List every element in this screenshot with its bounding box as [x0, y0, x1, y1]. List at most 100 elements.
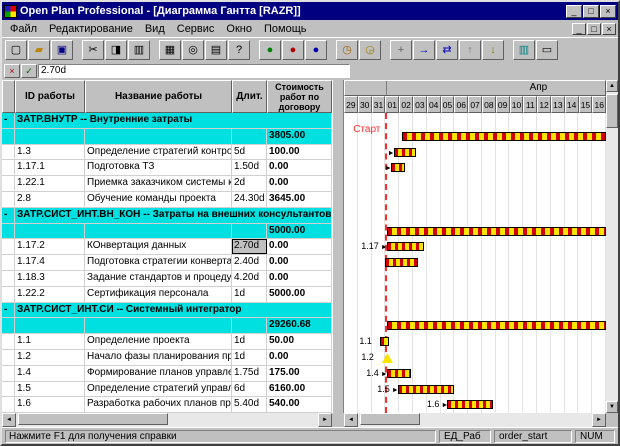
name-cell[interactable]: Начало фазы планирования проекта — [85, 350, 232, 365]
id-cell[interactable]: 1.17.4 — [15, 255, 85, 270]
mdi-restore-button[interactable]: □ — [587, 23, 601, 35]
column-header-cost[interactable]: Стоимость работ по договору — [267, 80, 332, 113]
task-row[interactable]: 1.2Начало фазы планирования проекта1d0.0… — [2, 350, 332, 366]
cost-cell[interactable]: 0.00 — [267, 255, 332, 270]
open-button[interactable]: ▰ — [28, 40, 50, 60]
resource-analysis-button[interactable]: ● — [282, 40, 304, 60]
table-scroll-left-icon[interactable]: ◄ — [2, 413, 16, 427]
task-row[interactable]: 1.1Определение проекта1d50.00 — [2, 334, 332, 350]
task-row[interactable]: 1.17.1Подготовка ТЗ1.50d0.00 — [2, 160, 332, 176]
gantt-scroll-left-icon[interactable]: ◄ — [344, 413, 358, 427]
id-cell[interactable]: 1.3 — [15, 145, 85, 160]
duration-cell[interactable] — [232, 318, 267, 333]
table-scroll-track[interactable] — [16, 413, 318, 427]
duration-cell[interactable]: 4.20d — [232, 271, 267, 286]
menu-item-Редактирование[interactable]: Редактирование — [43, 22, 139, 36]
name-cell[interactable]: Сертификация персонала — [85, 287, 232, 302]
duration-cell[interactable] — [232, 129, 267, 144]
preview-button[interactable]: ◎ — [182, 40, 204, 60]
duration-cell[interactable]: 1d — [232, 350, 267, 365]
cost-cell[interactable]: 6160.00 — [267, 382, 332, 397]
close-button[interactable]: × — [600, 5, 616, 18]
duration-cell[interactable]: 24.30d — [232, 192, 267, 207]
duration-cell[interactable]: 5d — [232, 145, 267, 160]
cost-cell[interactable]: 50.00 — [267, 334, 332, 349]
column-header-name[interactable]: Название работы — [85, 80, 232, 113]
task-bar[interactable] — [380, 337, 390, 346]
scroll-up-icon[interactable]: ▲ — [606, 80, 618, 92]
section-row[interactable]: -ЗАТР.СИСТ_ИНТ.СИ -- Системный интеграто… — [2, 303, 332, 319]
cost-cell[interactable]: 29260.68 — [267, 318, 332, 333]
task-bar[interactable] — [387, 369, 411, 378]
duration-cell[interactable]: 5.40d — [232, 397, 267, 412]
properties-button[interactable]: ▤ — [205, 40, 227, 60]
task-row[interactable]: 1.18.3Задание стандартов и процедур по д… — [2, 271, 332, 287]
gantt-view-button[interactable]: ▥ — [513, 40, 535, 60]
pane-splitter[interactable] — [332, 80, 344, 413]
task-bar[interactable] — [398, 385, 455, 394]
menu-item-Сервис[interactable]: Сервис — [171, 22, 221, 36]
menu-item-Файл[interactable]: Файл — [4, 22, 43, 36]
expand-cell[interactable]: - — [2, 208, 15, 223]
indent-button[interactable]: ↓ — [482, 40, 504, 60]
task-row[interactable]: 1.3Определение стратегий контроля и отч5… — [2, 145, 332, 161]
task-bar[interactable] — [391, 163, 405, 172]
duration-cell[interactable]: 2d — [232, 176, 267, 191]
id-cell[interactable]: 1.5 — [15, 382, 85, 397]
id-cell[interactable]: 1.4 — [15, 366, 85, 381]
task-row[interactable]: 1.17.2КОнвертация данных2.70d0.00 — [2, 239, 332, 255]
id-cell[interactable]: 1.6 — [15, 397, 85, 412]
id-cell[interactable]: 1.2 — [15, 350, 85, 365]
duration-cell[interactable]: 2.70d — [232, 239, 267, 254]
name-cell[interactable]: Определение стратегий управления и — [85, 382, 232, 397]
cut-button[interactable]: ✂ — [82, 40, 104, 60]
name-cell[interactable]: Определение проекта — [85, 334, 232, 349]
task-bar[interactable] — [387, 242, 424, 251]
cost-cell[interactable]: 0.00 — [267, 160, 332, 175]
id-cell[interactable]: 2.8 — [15, 192, 85, 207]
cost-cell[interactable]: 175.00 — [267, 366, 332, 381]
copy-button[interactable]: ◨ — [105, 40, 127, 60]
task-bar[interactable] — [447, 400, 493, 409]
id-cell[interactable]: 1.22.2 — [15, 287, 85, 302]
gantt-horizontal-scrollbar[interactable]: ◄ ► — [344, 413, 606, 427]
task-row[interactable]: 1.6Разработка рабочих планов проекта5.40… — [2, 397, 332, 413]
summary-bar[interactable] — [387, 321, 606, 330]
id-cell[interactable]: 1.1 — [15, 334, 85, 349]
cancel-edit-button[interactable]: × — [4, 64, 20, 78]
expand-cell[interactable]: - — [2, 113, 15, 128]
edit-field[interactable]: 2.70d — [38, 64, 350, 78]
paste-button[interactable]: ▥ — [128, 40, 150, 60]
cost-cell[interactable]: 0.00 — [267, 271, 332, 286]
summary-bar[interactable] — [387, 227, 606, 236]
vertical-scroll-track[interactable] — [606, 92, 618, 401]
name-cell[interactable]: Подготовка стратегии конвертации — [85, 255, 232, 270]
task-row[interactable]: 2.8Обучение команды проекта24.30d3645.00 — [2, 192, 332, 208]
summary-row[interactable]: 29260.68 — [2, 318, 332, 334]
name-cell[interactable]: Обучение команды проекта — [85, 192, 232, 207]
name-cell[interactable] — [85, 129, 232, 144]
task-row[interactable]: 1.4Формирование планов управления1.75d17… — [2, 366, 332, 382]
id-cell[interactable] — [15, 318, 85, 333]
vertical-scroll-thumb[interactable] — [606, 94, 618, 128]
id-cell[interactable]: 1.17.2 — [15, 239, 85, 254]
name-cell[interactable]: КОнвертация данных — [85, 239, 232, 254]
task-row[interactable]: 1.17.4Подготовка стратегии конвертации2.… — [2, 255, 332, 271]
cost-cell[interactable]: 0.00 — [267, 350, 332, 365]
confirm-edit-button[interactable]: ✓ — [21, 64, 37, 78]
gantt-scroll-thumb[interactable] — [360, 413, 420, 425]
table-scroll-right-icon[interactable]: ► — [318, 413, 332, 427]
scroll-down-icon[interactable]: ▼ — [606, 401, 618, 413]
cost-cell[interactable]: 5000.00 — [267, 224, 332, 239]
summary-row[interactable]: 3805.00 — [2, 129, 332, 145]
menu-item-Вид[interactable]: Вид — [139, 22, 171, 36]
add-activity-button[interactable]: + — [390, 40, 412, 60]
task-row[interactable]: 1.5Определение стратегий управления и6d6… — [2, 382, 332, 398]
name-cell[interactable]: Формирование планов управления — [85, 366, 232, 381]
name-cell[interactable]: Определение стратегий контроля и отч — [85, 145, 232, 160]
section-row[interactable]: -ЗАТР.ВНУТР -- Внутренние затраты — [2, 113, 332, 129]
cost-cell[interactable]: 5000.00 — [267, 287, 332, 302]
duration-cell[interactable]: 1.50d — [232, 160, 267, 175]
id-cell[interactable]: 1.18.3 — [15, 271, 85, 286]
mdi-minimize-button[interactable]: _ — [572, 23, 586, 35]
